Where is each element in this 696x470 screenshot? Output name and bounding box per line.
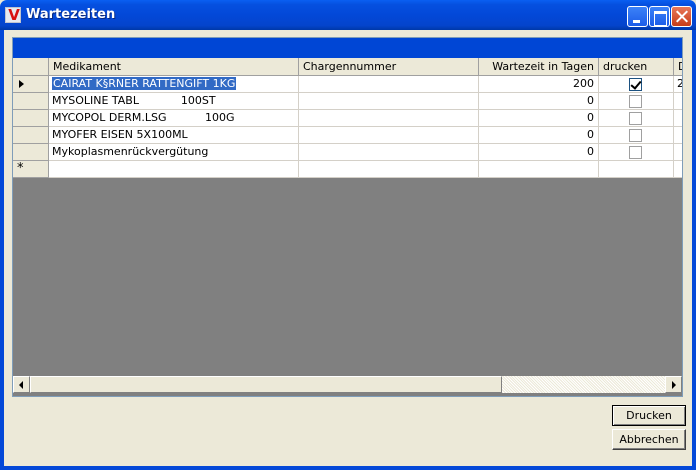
new-row-star-icon: * <box>17 161 24 176</box>
maximize-icon[interactable] <box>649 6 670 27</box>
minimize-icon[interactable] <box>627 6 648 27</box>
window-title: Wartezeiten <box>26 7 116 22</box>
cell-wartezeit[interactable]: 0 <box>479 110 599 127</box>
cell-drucken[interactable] <box>599 93 674 110</box>
column-header-d[interactable]: D <box>674 58 682 76</box>
cell-drucken[interactable] <box>599 144 674 161</box>
new-row-cell-drucken[interactable] <box>599 161 674 178</box>
cancel-button[interactable]: Abbrechen <box>612 429 686 450</box>
row-header-current[interactable] <box>13 76 49 93</box>
cell-chargennummer[interactable] <box>299 93 479 110</box>
data-grid[interactable]: Medikament Chargennummer Wartezeit in Ta… <box>12 37 683 397</box>
cell-chargennummer[interactable] <box>299 76 479 93</box>
grid-corner-header[interactable] <box>13 58 49 76</box>
drucken-checkbox[interactable] <box>629 146 642 159</box>
drucken-checkbox[interactable] <box>629 112 642 125</box>
cell-drucken[interactable] <box>599 110 674 127</box>
close-icon[interactable] <box>671 6 692 27</box>
cell-wartezeit[interactable]: 200 <box>479 76 599 93</box>
column-header-medikament[interactable]: Medikament <box>49 58 299 76</box>
column-header-drucken[interactable]: drucken <box>599 58 674 76</box>
new-row-cell-chargennummer[interactable] <box>299 161 479 178</box>
cell-d[interactable] <box>674 93 682 110</box>
cell-medikament[interactable]: Mykoplasmenrückvergütung <box>49 144 299 161</box>
cell-chargennummer[interactable] <box>299 144 479 161</box>
window-border-left <box>0 30 4 470</box>
cell-chargennummer[interactable] <box>299 110 479 127</box>
cell-d[interactable] <box>674 110 682 127</box>
app-v-logo-icon: V <box>5 6 21 24</box>
cell-medikament[interactable]: MYSOLINE TABL 100ST <box>49 93 299 110</box>
title-bar[interactable]: V Wartezeiten <box>0 0 696 30</box>
cell-wartezeit[interactable]: 0 <box>479 144 599 161</box>
cell-medikament[interactable]: CAIRAT K§RNER RATTENGIFT 1KG <box>49 76 299 93</box>
scroll-left-icon[interactable] <box>13 376 30 393</box>
cell-d[interactable]: 2 <box>674 76 682 93</box>
horizontal-scrollbar[interactable] <box>13 376 682 393</box>
row-header[interactable] <box>13 144 49 161</box>
new-row-cell-medikament[interactable] <box>49 161 299 178</box>
cell-medikament[interactable]: MYCOPOL DERM.LSG 100G <box>49 110 299 127</box>
drucken-checkbox[interactable] <box>629 129 642 142</box>
cell-medikament[interactable]: MYOFER EISEN 5X100ML <box>49 127 299 144</box>
cell-drucken[interactable] <box>599 127 674 144</box>
cell-wartezeit[interactable]: 0 <box>479 93 599 110</box>
new-row-cell-d[interactable] <box>674 161 682 178</box>
column-header-wartezeit[interactable]: Wartezeit in Tagen <box>479 58 599 76</box>
row-header[interactable] <box>13 93 49 110</box>
current-row-arrow-icon <box>19 80 24 88</box>
row-header[interactable] <box>13 110 49 127</box>
column-header-chargennummer[interactable]: Chargennummer <box>299 58 479 76</box>
print-button[interactable]: Drucken <box>612 405 686 426</box>
grid-caption-bar <box>13 38 682 58</box>
cell-d[interactable] <box>674 144 682 161</box>
window-border-right <box>692 30 696 470</box>
drucken-checkbox[interactable] <box>629 78 642 91</box>
cell-drucken[interactable] <box>599 76 674 93</box>
scrollbar-thumb[interactable] <box>30 376 502 393</box>
drucken-checkbox[interactable] <box>629 95 642 108</box>
cell-medikament-text: CAIRAT K§RNER RATTENGIFT 1KG <box>52 77 237 90</box>
window-border-bottom <box>0 466 696 470</box>
new-row-cell-wartezeit[interactable] <box>479 161 599 178</box>
cell-chargennummer[interactable] <box>299 127 479 144</box>
scroll-right-icon[interactable] <box>665 376 682 393</box>
row-header[interactable] <box>13 127 49 144</box>
scrollbar-track[interactable] <box>502 376 665 393</box>
row-header-new[interactable]: * <box>13 161 49 178</box>
cell-d[interactable] <box>674 127 682 144</box>
cell-wartezeit[interactable]: 0 <box>479 127 599 144</box>
